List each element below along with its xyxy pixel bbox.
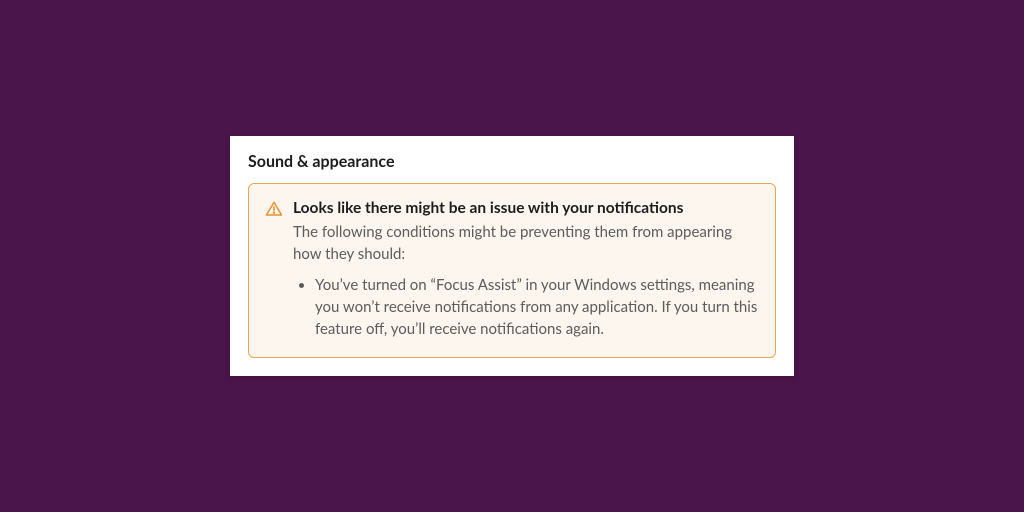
- alert-bullet-list: You’ve turned on “Focus Assist” in your …: [293, 275, 759, 340]
- alert-subtext: The following conditions might be preven…: [293, 222, 759, 266]
- settings-panel: Sound & appearance Looks like there migh…: [230, 136, 794, 375]
- warning-triangle-icon: [265, 200, 283, 218]
- notification-warning-alert: Looks like there might be an issue with …: [248, 183, 776, 357]
- list-item: You’ve turned on “Focus Assist” in your …: [315, 275, 759, 340]
- section-title: Sound & appearance: [248, 152, 776, 171]
- alert-content: Looks like there might be an issue with …: [293, 198, 759, 340]
- alert-title: Looks like there might be an issue with …: [293, 198, 759, 220]
